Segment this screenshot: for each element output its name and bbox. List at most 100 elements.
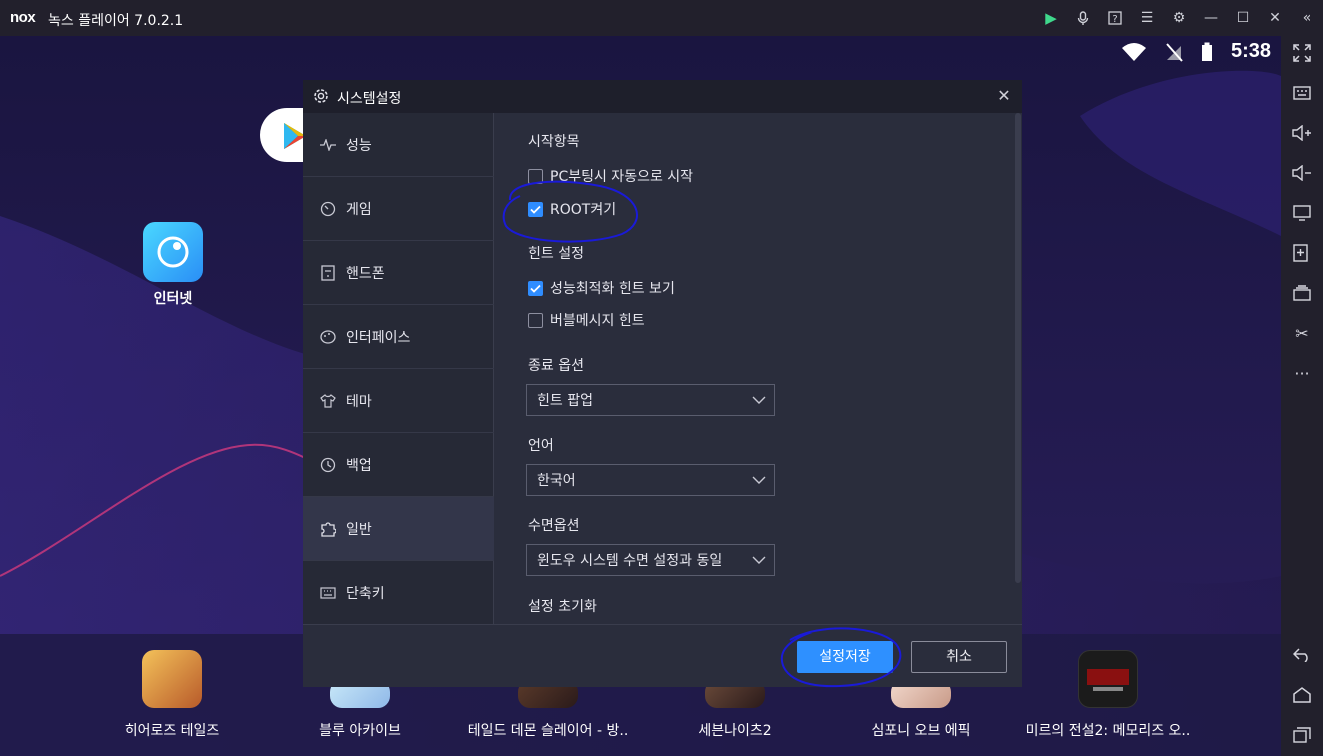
screen-icon[interactable]: [1281, 198, 1323, 228]
window-title: 녹스 플레이어 7.0.2.1: [48, 13, 184, 29]
gamepad-icon: [320, 201, 336, 217]
puzzle-icon: [320, 521, 336, 537]
checkbox-label: 버블메시지 힌트: [550, 313, 645, 329]
play-store-icon[interactable]: ▶: [1035, 0, 1067, 36]
gear-icon[interactable]: ⚙: [1163, 0, 1195, 36]
nav-item-interface[interactable]: 인터페이스: [303, 305, 494, 369]
chevron-down-icon: [752, 396, 766, 404]
more-icon[interactable]: ···: [1281, 358, 1323, 388]
volume-up-icon[interactable]: [1281, 118, 1323, 148]
nav-item-label: 게임: [346, 201, 372, 218]
section-title-hints: 힌트 설정: [528, 246, 584, 262]
nav-item-shortcuts[interactable]: 단축키: [303, 561, 494, 625]
dock-app-label: 세븐나이츠2: [698, 723, 772, 739]
settings-nav: 성능 게임 핸드폰 인터페이스 테마 백업 일반 단축키: [303, 113, 494, 625]
dock-app-label: 테일드 데몬 슬레이어 - 방..: [467, 723, 629, 739]
app-icon: [142, 650, 202, 708]
dock-app-label: 블루 아카이브: [319, 723, 401, 739]
checkbox-box[interactable]: [528, 201, 543, 217]
dock-app-label: 미르의 전설2: 메모리즈 오..: [1025, 723, 1191, 739]
fullscreen-icon[interactable]: [1281, 38, 1323, 68]
checkbox-performance-hint[interactable]: 성능최적화 힌트 보기: [528, 278, 675, 298]
chevron-down-icon: [752, 476, 766, 484]
checkbox-box[interactable]: [528, 312, 543, 328]
titlebar-controls: ▶ ? ☰ ⚙ — ☐ ✕ «: [1035, 0, 1323, 36]
checkbox-label: ROOT켜기: [550, 202, 617, 218]
nav-item-label: 테마: [346, 393, 372, 410]
checkbox-box[interactable]: [528, 168, 543, 184]
browser-icon: [157, 236, 189, 268]
system-settings-dialog: 시스템설정 ✕ 성능 게임 핸드폰 인터페이스 테마 백업 일반 단축키 시작항…: [303, 80, 1022, 687]
close-icon[interactable]: ✕: [1259, 0, 1291, 36]
select-value: 한국어: [537, 473, 576, 489]
internet-app-icon[interactable]: [143, 222, 203, 282]
dock-app-label: 히어로즈 테일즈: [124, 723, 220, 739]
collapse-icon[interactable]: «: [1291, 0, 1323, 36]
help-icon[interactable]: ?: [1099, 0, 1131, 36]
recent-apps-icon[interactable]: [1281, 720, 1323, 750]
nox-logo: nox: [10, 9, 36, 26]
nav-item-game[interactable]: 게임: [303, 177, 494, 241]
dialog-footer: 설정저장 취소: [303, 624, 1022, 687]
scissors-icon[interactable]: ✂: [1281, 318, 1323, 348]
pulse-icon: [320, 137, 336, 153]
emulator-toolbar: ✂ ···: [1281, 36, 1323, 756]
gear-icon: [314, 89, 328, 103]
keyboard-icon[interactable]: [1281, 78, 1323, 108]
save-settings-button[interactable]: 설정저장: [797, 641, 893, 673]
section-title-language: 언어: [528, 438, 554, 454]
nav-item-general[interactable]: 일반: [303, 497, 494, 561]
language-select[interactable]: 한국어: [526, 464, 775, 496]
microphone-icon[interactable]: [1067, 0, 1099, 36]
multi-instance-icon[interactable]: [1281, 278, 1323, 308]
nav-item-label: 인터페이스: [346, 329, 411, 346]
keyboard-icon: [320, 585, 336, 601]
section-title-sleep: 수면옵션: [528, 518, 580, 534]
nav-item-backup[interactable]: 백업: [303, 433, 494, 497]
dock-app-label: 심포니 오브 에픽: [871, 723, 971, 739]
checkbox-label: 성능최적화 힌트 보기: [550, 281, 675, 297]
nav-item-label: 핸드폰: [346, 265, 385, 282]
no-signal-icon: [1166, 42, 1183, 62]
dock-app-heroes-tales[interactable]: 히어로즈 테일즈: [82, 650, 262, 740]
menu-icon[interactable]: ☰: [1131, 0, 1163, 36]
shirt-icon: [320, 393, 336, 409]
section-title-reset: 설정 초기화: [528, 599, 597, 615]
nav-item-theme[interactable]: 테마: [303, 369, 494, 433]
checkbox-autostart[interactable]: PC부팅시 자동으로 시작: [528, 166, 693, 186]
exit-option-select[interactable]: 힌트 팝업: [526, 384, 775, 416]
title-bar: nox 녹스 플레이어 7.0.2.1 ▶ ? ☰ ⚙ — ☐ ✕ «: [0, 0, 1323, 36]
dialog-title: 시스템설정: [337, 91, 402, 107]
checkbox-box[interactable]: [528, 280, 543, 296]
content-scrollbar[interactable]: [1015, 113, 1021, 583]
android-status-bar: 5:38: [1121, 40, 1271, 63]
checkbox-bubble-hint[interactable]: 버블메시지 힌트: [528, 310, 645, 330]
section-title-exit: 종료 옵션: [528, 358, 584, 374]
mir-logo-icon: [1087, 669, 1129, 691]
select-value: 윈도우 시스템 수면 설정과 동일: [537, 553, 723, 569]
apk-install-icon[interactable]: [1281, 238, 1323, 268]
nav-item-label: 성능: [346, 137, 372, 154]
dock-app-legend-of-mir2[interactable]: 미르의 전설2: 메모리즈 오..: [1018, 650, 1198, 740]
section-title-startup: 시작항목: [528, 134, 580, 150]
dialog-header: 시스템설정 ✕: [303, 80, 1022, 113]
minimize-icon[interactable]: —: [1195, 0, 1227, 36]
cancel-button[interactable]: 취소: [911, 641, 1007, 673]
volume-down-icon[interactable]: [1281, 158, 1323, 188]
battery-icon: [1201, 42, 1212, 61]
home-icon[interactable]: [1281, 680, 1323, 710]
history-icon: [320, 457, 336, 473]
nav-item-phone[interactable]: 핸드폰: [303, 241, 494, 305]
svg-text:?: ?: [1112, 14, 1117, 25]
back-icon[interactable]: [1281, 640, 1323, 670]
chevron-down-icon: [752, 556, 766, 564]
checkbox-root[interactable]: ROOT켜기: [528, 199, 616, 219]
nav-item-performance[interactable]: 성능: [303, 113, 494, 177]
checkbox-label: PC부팅시 자동으로 시작: [550, 169, 694, 185]
close-icon[interactable]: ✕: [994, 86, 1014, 106]
sleep-option-select[interactable]: 윈도우 시스템 수면 설정과 동일: [526, 544, 775, 576]
maximize-icon[interactable]: ☐: [1227, 0, 1259, 36]
nav-item-label: 일반: [346, 521, 372, 538]
wifi-icon: [1121, 42, 1146, 61]
palette-icon: [320, 329, 336, 345]
